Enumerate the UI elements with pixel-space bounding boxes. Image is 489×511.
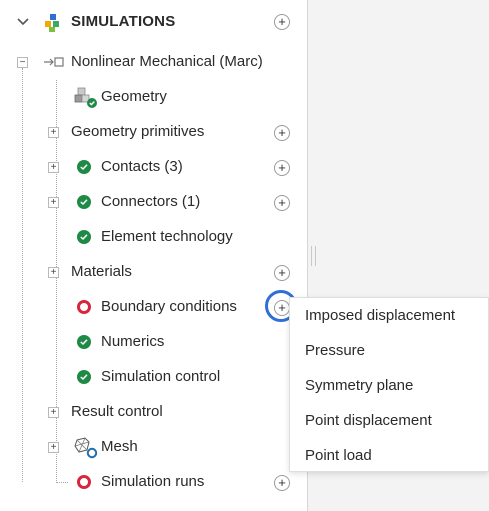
tree-item-contacts[interactable]: + Contacts (3) + bbox=[0, 150, 307, 185]
mesh-icon bbox=[74, 437, 98, 459]
add-simulation-run-button[interactable]: + bbox=[274, 475, 290, 491]
error-circle-icon bbox=[77, 300, 91, 314]
tree-item-materials[interactable]: + Materials + bbox=[0, 255, 307, 290]
plus-icon: + bbox=[278, 125, 286, 140]
tree-item-label: Mesh bbox=[101, 438, 138, 455]
menu-item-point-displacement[interactable]: Point displacement bbox=[305, 412, 432, 429]
tree-item-simulation-control[interactable]: Simulation control bbox=[0, 360, 307, 395]
error-circle-icon bbox=[77, 475, 91, 489]
geometry-icon bbox=[74, 87, 97, 108]
tree-root[interactable]: − Nonlinear Mechanical (Marc) bbox=[0, 45, 307, 80]
tree-item-label: Element technology bbox=[101, 228, 233, 245]
tree-root-label: Nonlinear Mechanical (Marc) bbox=[71, 53, 263, 70]
tree-item-label: Geometry bbox=[101, 88, 167, 105]
tree-item-label: Simulation runs bbox=[101, 473, 205, 490]
add-simulation-button[interactable]: + bbox=[274, 14, 290, 30]
tree-item-label: Materials bbox=[71, 263, 132, 280]
check-circle-icon bbox=[77, 335, 91, 349]
tree-item-label: Geometry primitives bbox=[71, 123, 205, 140]
collapse-toggle[interactable]: − bbox=[17, 57, 28, 68]
tree-item-label: Simulation control bbox=[101, 368, 221, 385]
add-material-button[interactable]: + bbox=[274, 265, 290, 281]
tree-item-boundary-conditions[interactable]: Boundary conditions + bbox=[0, 290, 307, 325]
tree-item-connectors[interactable]: + Connectors (1) + bbox=[0, 185, 307, 220]
expand-toggle[interactable]: + bbox=[48, 442, 59, 453]
tree-item-geometry-primitives[interactable]: + Geometry primitives + bbox=[0, 115, 307, 150]
menu-item-point-load[interactable]: Point load bbox=[305, 447, 372, 464]
plus-icon: + bbox=[278, 160, 286, 175]
panel-resize-handle[interactable] bbox=[311, 246, 316, 266]
expand-toggle[interactable]: + bbox=[48, 407, 59, 418]
add-boundary-condition-menu: Imposed displacement Pressure Symmetry p… bbox=[289, 297, 489, 472]
simulations-panel: SIMULATIONS + − Nonlinear Mechanical (Ma… bbox=[0, 0, 308, 511]
add-connector-button[interactable]: + bbox=[274, 195, 290, 211]
plus-icon: + bbox=[278, 195, 286, 210]
plus-icon: + bbox=[278, 265, 286, 280]
simulation-logo-icon bbox=[45, 14, 59, 32]
chevron-down-icon[interactable] bbox=[15, 14, 31, 30]
plus-icon: + bbox=[278, 475, 286, 490]
plus-icon: + bbox=[278, 14, 286, 29]
expand-toggle[interactable]: + bbox=[48, 267, 59, 278]
menu-item-imposed-displacement[interactable]: Imposed displacement bbox=[305, 307, 455, 324]
expand-toggle[interactable]: + bbox=[48, 162, 59, 173]
menu-item-pressure[interactable]: Pressure bbox=[305, 342, 365, 359]
tree-item-label: Boundary conditions bbox=[101, 298, 237, 315]
tree-item-element-technology[interactable]: Element technology bbox=[0, 220, 307, 255]
tree-item-label: Result control bbox=[71, 403, 163, 420]
check-circle-icon bbox=[77, 160, 91, 174]
tree-item-label: Numerics bbox=[101, 333, 165, 350]
menu-item-symmetry-plane[interactable]: Symmetry plane bbox=[305, 377, 413, 394]
page-title: SIMULATIONS bbox=[71, 13, 176, 30]
simulation-type-icon bbox=[44, 57, 64, 67]
expand-toggle[interactable]: + bbox=[48, 197, 59, 208]
simulations-header[interactable]: SIMULATIONS + bbox=[0, 4, 307, 39]
tree-item-mesh[interactable]: + Mesh bbox=[0, 430, 307, 465]
tree-item-result-control[interactable]: + Result control bbox=[0, 395, 307, 430]
tree-item-geometry[interactable]: Geometry bbox=[0, 80, 307, 115]
check-circle-icon bbox=[77, 195, 91, 209]
check-circle-icon bbox=[77, 370, 91, 384]
expand-toggle[interactable]: + bbox=[48, 127, 59, 138]
tree-item-simulation-runs[interactable]: Simulation runs + bbox=[0, 465, 307, 500]
add-geometry-primitive-button[interactable]: + bbox=[274, 125, 290, 141]
tree-item-numerics[interactable]: Numerics bbox=[0, 325, 307, 360]
tree-item-label: Connectors (1) bbox=[101, 193, 201, 210]
tree-item-label: Contacts (3) bbox=[101, 158, 183, 175]
add-contact-button[interactable]: + bbox=[274, 160, 290, 176]
check-circle-icon bbox=[77, 230, 91, 244]
